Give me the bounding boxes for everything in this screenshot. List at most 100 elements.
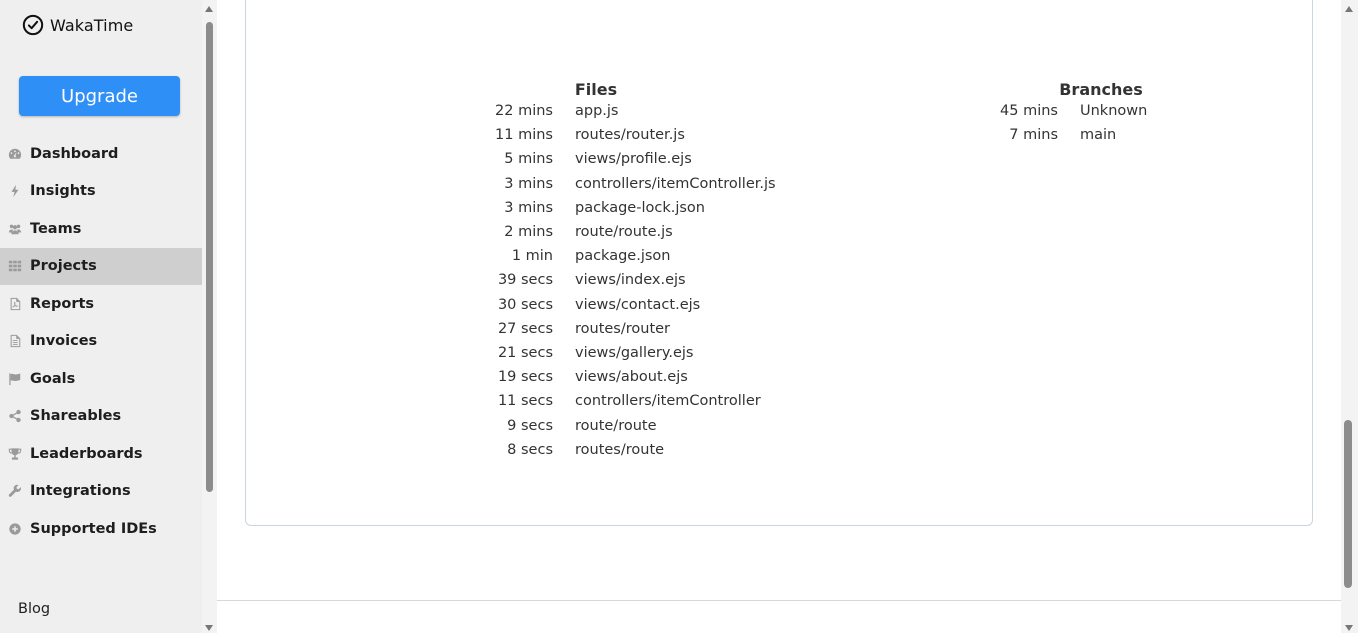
bolt-icon xyxy=(7,184,23,198)
blog-link[interactable]: Blog xyxy=(18,601,50,617)
file-row: 2 mins route/route.js xyxy=(478,220,776,244)
file-row: 21 secs views/gallery.ejs xyxy=(478,341,776,365)
main-scrollbar-thumb[interactable] xyxy=(1344,420,1352,588)
file-name: views/profile.ejs xyxy=(575,151,692,168)
sidebar-nav: Dashboard Insights Teams Projects Report… xyxy=(0,135,202,548)
branch-duration: 7 mins xyxy=(1009,127,1058,144)
file-row: 19 secs views/about.ejs xyxy=(478,365,776,389)
file-row: 5 mins views/profile.ejs xyxy=(478,147,776,171)
file-row: 3 mins package-lock.json xyxy=(478,196,776,220)
file-name: views/gallery.ejs xyxy=(575,344,694,361)
sidebar-item-leaderboards[interactable]: Leaderboards xyxy=(0,435,202,473)
sidebar-item-label: Insights xyxy=(30,183,96,200)
document-icon xyxy=(7,334,23,348)
files-title: Files xyxy=(574,80,618,99)
file-row: 8 secs routes/route xyxy=(478,438,776,462)
file-row: 22 mins app.js xyxy=(478,99,776,123)
sidebar-item-label: Goals xyxy=(30,370,76,387)
file-duration: 27 secs xyxy=(497,320,553,337)
branch-name: Unknown xyxy=(1080,103,1148,120)
file-name: route/route xyxy=(575,417,657,434)
files-branches-card: Files 22 mins app.js 11 mins routes/router… xyxy=(245,0,1313,526)
file-name: controllers/itemController xyxy=(575,393,761,410)
branch-duration: 45 mins xyxy=(1000,103,1058,120)
file-duration: 21 secs xyxy=(497,344,553,361)
sidebar-scrollbar[interactable] xyxy=(202,0,217,633)
main-scrollbar[interactable] xyxy=(1341,0,1358,633)
file-row: 1 min package.json xyxy=(478,244,776,268)
file-name: package.json xyxy=(575,248,671,265)
file-name: routes/route xyxy=(575,441,665,458)
branch-row: 45 mins Unknown xyxy=(986,99,1147,123)
sidebar-item-label: Shareables xyxy=(30,408,122,425)
logo[interactable]: WakaTime xyxy=(22,14,133,36)
upgrade-button[interactable]: Upgrade xyxy=(19,76,180,116)
main-content: Files 22 mins app.js 11 mins routes/router… xyxy=(217,0,1341,633)
sidebar-item-reports[interactable]: Reports xyxy=(0,285,202,323)
file-duration: 9 secs xyxy=(507,417,553,434)
branches-list: 45 mins Unknown 7 mins main xyxy=(986,99,1147,147)
sidebar-item-label: Reports xyxy=(30,295,95,312)
file-row: 30 secs views/contact.ejs xyxy=(478,293,776,317)
sidebar-item-teams[interactable]: Teams xyxy=(0,210,202,248)
file-duration: 11 mins xyxy=(495,127,553,144)
file-name: routes/router xyxy=(575,320,671,337)
file-duration: 39 secs xyxy=(497,272,553,289)
footer-divider xyxy=(217,600,1341,601)
share-icon xyxy=(7,409,23,423)
sidebar-item-goals[interactable]: Goals xyxy=(0,360,202,398)
file-duration: 5 mins xyxy=(504,151,553,168)
sidebar-item-invoices[interactable]: Invoices xyxy=(0,323,202,361)
file-name: controllers/itemController.js xyxy=(575,175,776,192)
grid-icon xyxy=(7,259,23,273)
sidebar-item-shareables[interactable]: Shareables xyxy=(0,398,202,436)
sidebar-item-projects[interactable]: Projects xyxy=(0,247,202,285)
sidebar-item-integrations[interactable]: Integrations xyxy=(0,473,202,511)
file-duration: 22 mins xyxy=(495,103,553,120)
branch-name: main xyxy=(1080,127,1117,144)
file-name: views/index.ejs xyxy=(575,272,686,289)
file-row: 9 secs route/route xyxy=(478,413,776,437)
file-row: 27 secs routes/router xyxy=(478,317,776,341)
file-name: package-lock.json xyxy=(575,199,705,216)
sidebar-item-supported-ides[interactable]: Supported IDEs xyxy=(0,510,202,548)
scroll-up-arrow-icon[interactable] xyxy=(205,6,213,12)
pdf-file-icon xyxy=(7,297,23,311)
file-row: 11 mins routes/router.js xyxy=(478,123,776,147)
sidebar-item-label: Leaderboards xyxy=(30,445,143,462)
branch-row: 7 mins main xyxy=(986,123,1147,147)
sidebar-item-insights[interactable]: Insights xyxy=(0,173,202,211)
scroll-up-arrow-icon[interactable] xyxy=(1345,6,1353,12)
flag-icon xyxy=(7,372,23,386)
dashboard-icon xyxy=(7,147,23,161)
file-row: 39 secs views/index.ejs xyxy=(478,268,776,292)
file-duration: 2 mins xyxy=(504,224,553,241)
sidebar-scrollbar-thumb[interactable] xyxy=(206,22,213,492)
sidebar-item-label: Dashboard xyxy=(30,145,119,162)
scroll-down-arrow-icon[interactable] xyxy=(1345,625,1353,631)
wrench-icon xyxy=(7,484,23,498)
wakatime-logo-icon xyxy=(22,14,44,36)
file-duration: 3 mins xyxy=(504,175,553,192)
scroll-down-arrow-icon[interactable] xyxy=(205,625,213,631)
file-row: 3 mins controllers/itemController.js xyxy=(478,172,776,196)
users-icon xyxy=(7,222,23,236)
branches-title: Branches xyxy=(1059,80,1143,99)
sidebar-item-dashboard[interactable]: Dashboard xyxy=(0,135,202,173)
app-name: WakaTime xyxy=(50,15,134,35)
trophy-icon xyxy=(7,447,23,461)
file-duration: 30 secs xyxy=(497,296,553,313)
file-duration: 1 min xyxy=(511,248,553,265)
files-list: 22 mins app.js 11 mins routes/router.js 5 … xyxy=(478,99,776,462)
file-name: app.js xyxy=(575,103,619,120)
sidebar-item-label: Teams xyxy=(30,220,82,237)
sidebar-item-label: Projects xyxy=(30,258,97,275)
sidebar-item-label: Invoices xyxy=(30,333,98,350)
file-duration: 8 secs xyxy=(507,441,553,458)
file-name: route/route.js xyxy=(575,224,673,241)
file-name: routes/router.js xyxy=(575,127,685,144)
file-duration: 11 secs xyxy=(497,393,553,410)
sidebar-item-label: Integrations xyxy=(30,483,131,500)
file-name: views/contact.ejs xyxy=(575,296,701,313)
sidebar: WakaTime Upgrade Dashboard Insights Team… xyxy=(0,0,202,633)
